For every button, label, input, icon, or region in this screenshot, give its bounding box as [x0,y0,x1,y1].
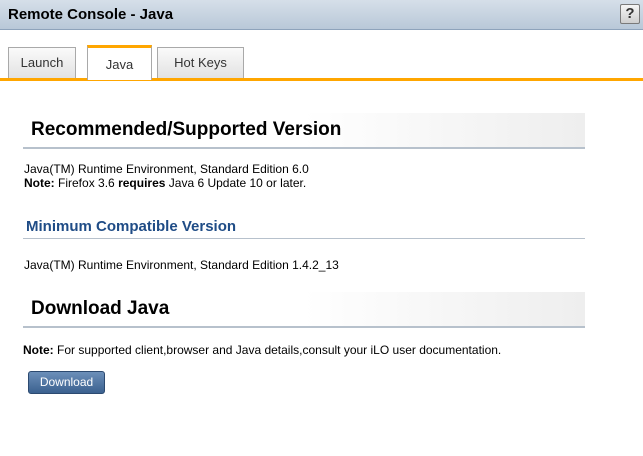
tab-hot-keys-label: Hot Keys [174,55,227,70]
tab-launch[interactable]: Launch [8,47,76,78]
help-button[interactable]: ? [620,4,640,24]
help-icon: ? [625,5,635,22]
window-title: Remote Console - Java [8,6,174,23]
tab-java-label: Java [105,57,134,72]
download-note-label: Note: [23,343,54,357]
tab-hot-keys[interactable]: Hot Keys [157,47,244,78]
minimum-version-text: Java(TM) Runtime Environment, Standard E… [24,258,339,272]
tab-launch-label: Launch [20,55,64,70]
recommended-heading-bar: Recommended/Supported Version [23,113,585,149]
tab-java[interactable]: Java [87,45,152,80]
recommended-note-part2: Java 6 Update 10 or later. [168,176,307,190]
recommended-note-label: Note: [24,176,55,190]
download-note: Note: For supported client,browser and J… [23,343,501,357]
recommended-note-bold: requires [118,176,166,190]
download-heading-bar: Download Java [23,292,585,328]
download-heading: Download Java [31,298,170,319]
minimum-heading: Minimum Compatible Version [23,217,585,239]
recommended-version-text: Java(TM) Runtime Environment, Standard E… [24,162,309,176]
download-note-text: For supported client,browser and Java de… [57,343,502,357]
recommended-note: Note: Firefox 3.6 requires Java 6 Update… [24,176,306,190]
window-titlebar: Remote Console - Java ? [0,0,643,30]
recommended-note-part1: Firefox 3.6 [58,176,115,190]
recommended-heading: Recommended/Supported Version [31,119,342,140]
download-button[interactable]: Download [28,371,105,394]
